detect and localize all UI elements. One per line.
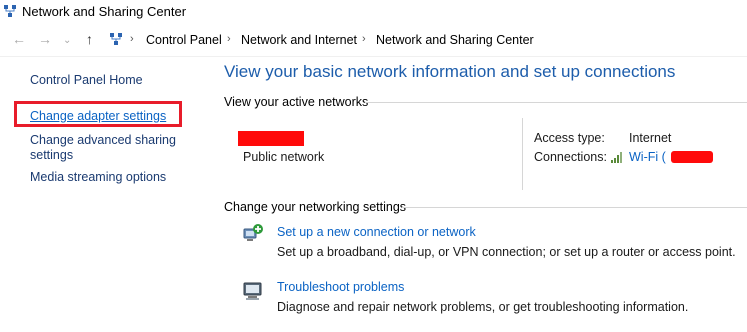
- page-title: View your basic network information and …: [224, 62, 676, 81]
- sidebar-item-media-streaming-options[interactable]: Media streaming options: [30, 170, 166, 185]
- troubleshoot-problems-description: Diagnose and repair network problems, or…: [277, 300, 689, 314]
- sidebar-item-control-panel-home[interactable]: Control Panel Home: [30, 73, 143, 88]
- access-type-value: Internet: [629, 131, 672, 145]
- active-networks-label: View your active networks: [224, 95, 369, 109]
- wifi-signal-icon: [611, 152, 622, 163]
- breadcrumb-separator[interactable]: ›: [130, 33, 134, 45]
- section-divider: [402, 207, 747, 208]
- troubleshoot-icon: [243, 282, 262, 300]
- breadcrumb-network-and-sharing-center[interactable]: Network and Sharing Center: [376, 33, 534, 47]
- arrow-right-icon[interactable]: →: [38, 32, 52, 46]
- arrow-left-icon[interactable]: ←: [12, 32, 26, 46]
- breadcrumb-network-and-internet[interactable]: Network and Internet: [241, 33, 357, 47]
- redacted-network-name: [238, 131, 304, 146]
- sidebar-item-change-advanced-sharing-line2[interactable]: settings: [30, 148, 73, 163]
- access-type-label: Access type:: [534, 131, 605, 145]
- breadcrumb-separator[interactable]: ›: [362, 33, 366, 45]
- vertical-divider: [522, 118, 523, 190]
- network-center-icon: [4, 5, 16, 17]
- sidebar-item-change-adapter-settings[interactable]: Change adapter settings: [30, 109, 166, 124]
- wifi-connection-link[interactable]: Wi-Fi (: [629, 150, 666, 164]
- network-type: Public network: [243, 150, 325, 164]
- window-title: Network and Sharing Center: [22, 4, 187, 19]
- control-panel-icon: [110, 33, 122, 45]
- title-bar: Network and Sharing Center: [0, 0, 747, 24]
- redacted-ssid: [671, 151, 713, 163]
- setup-new-connection-description: Set up a broadband, dial-up, or VPN conn…: [277, 245, 736, 259]
- connections-label: Connections:: [534, 150, 607, 164]
- networking-settings-label: Change your networking settings: [224, 200, 407, 214]
- new-connection-icon: [243, 224, 263, 241]
- troubleshoot-problems-link[interactable]: Troubleshoot problems: [277, 280, 404, 294]
- section-divider: [365, 102, 747, 103]
- sidebar-item-change-advanced-sharing[interactable]: Change advanced sharing: [30, 133, 176, 148]
- breadcrumb-control-panel[interactable]: Control Panel: [146, 33, 222, 47]
- arrow-up-icon[interactable]: ↑: [86, 32, 93, 46]
- address-bar: ← → ⌄ ↑ › Control Panel › Network and In…: [0, 28, 747, 52]
- breadcrumb-separator[interactable]: ›: [227, 33, 231, 45]
- chevron-down-icon[interactable]: ⌄: [63, 34, 71, 48]
- address-bar-divider: [0, 56, 747, 57]
- setup-new-connection-link[interactable]: Set up a new connection or network: [277, 225, 476, 239]
